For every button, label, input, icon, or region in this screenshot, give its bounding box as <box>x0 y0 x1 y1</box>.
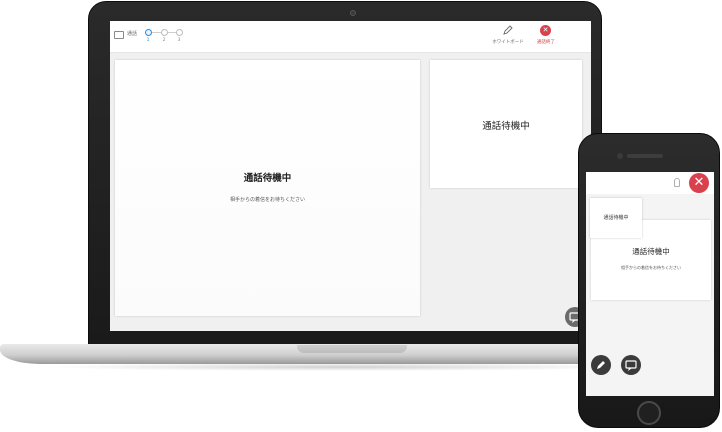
laptop-notch <box>297 345 407 353</box>
whiteboard-label[interactable]: ホワイトボード <box>486 39 530 45</box>
self-video-panel: 通話待機中 <box>430 60 582 188</box>
end-call-label[interactable]: 通話終了 <box>530 39 562 45</box>
step-connector <box>168 32 176 33</box>
pen-icon <box>597 361 605 369</box>
phone-whiteboard-button[interactable] <box>591 355 611 375</box>
step-1-label: 1 <box>146 38 150 43</box>
phone-screen: ✕ 通話待機中 相手からの着信をお待ちください 通話待機中 <box>586 172 714 396</box>
step-3-dot[interactable] <box>176 29 183 36</box>
laptop-camera <box>350 10 356 16</box>
close-icon: ✕ <box>693 175 705 190</box>
phone-header: ✕ <box>586 172 714 194</box>
step-2-label: 2 <box>162 38 166 43</box>
step-2-dot[interactable] <box>161 29 168 36</box>
step-connector <box>152 32 161 33</box>
phone-main-video-status: 通話待機中 <box>632 247 670 256</box>
laptop-shadow <box>40 363 640 371</box>
person-icon <box>674 178 680 187</box>
app-toolbar: 通話 1 2 3 ホワイトボード ✕ 通話終了 <box>110 21 591 53</box>
pen-icon[interactable] <box>503 25 513 35</box>
phone-self-video-status: 通話待機中 <box>603 215 629 221</box>
phone-end-call-button[interactable]: ✕ <box>689 173 709 193</box>
chat-icon <box>625 360 637 371</box>
laptop-screen: 通話 1 2 3 ホワイトボード ✕ 通話終了 通話待機中 相手からの着信をお待… <box>110 21 591 331</box>
phone-chat-button[interactable] <box>621 355 641 375</box>
step-1-dot[interactable] <box>145 29 152 36</box>
main-video-status: 通話待機中 <box>243 173 292 184</box>
phone-self-video-panel: 通話待機中 <box>590 198 642 238</box>
phone-main-video-message: 相手からの着信をお待ちください <box>621 265 681 270</box>
main-video-message: 相手からの着信をお待ちください <box>229 197 305 203</box>
phone-camera <box>617 153 623 159</box>
close-icon: ✕ <box>542 26 549 34</box>
main-video-panel: 通話待機中 相手からの着信をお待ちください <box>115 60 420 316</box>
phone-speaker <box>627 154 663 158</box>
app-label: 通話 <box>127 31 138 37</box>
app-window-icon <box>114 31 124 39</box>
self-video-status: 通話待機中 <box>482 121 530 132</box>
end-call-button[interactable]: ✕ <box>540 25 551 36</box>
phone-home-button[interactable] <box>637 401 661 425</box>
step-3-label: 3 <box>177 38 181 43</box>
